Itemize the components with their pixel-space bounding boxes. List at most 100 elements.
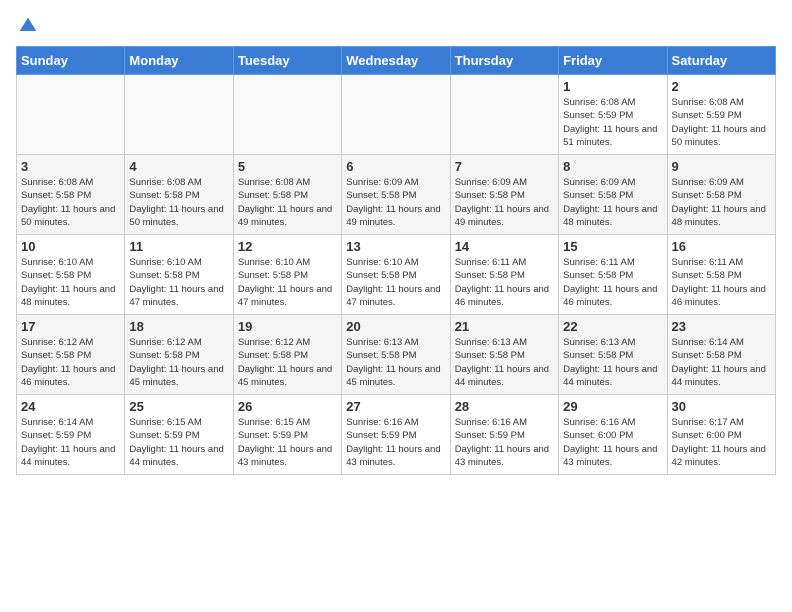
calendar-cell: 13 Sunrise: 6:10 AM Sunset: 5:58 PM Dayli…: [342, 235, 450, 315]
calendar-cell: 2Sunrise: 6:08 AM Sunset: 5:59 PM Daylig…: [667, 75, 775, 155]
day-number: 11: [129, 239, 228, 254]
day-number: 15: [563, 239, 662, 254]
day-header-tuesday: Tuesday: [233, 47, 341, 75]
day-info: Sunrise: 6:12 AM Sunset: 5:58 PM Dayligh…: [21, 336, 120, 389]
calendar-header-row: SundayMondayTuesdayWednesdayThursdayFrid…: [17, 47, 776, 75]
day-number: 6: [346, 159, 445, 174]
day-number: 24: [21, 399, 120, 414]
day-number: 8: [563, 159, 662, 174]
logo-icon: [18, 16, 38, 36]
calendar-cell: 30Sunrise: 6:17 AM Sunset: 6:00 PM Dayli…: [667, 395, 775, 475]
day-info: Sunrise: 6:14 AM Sunset: 5:59 PM Dayligh…: [21, 416, 120, 469]
day-info: Sunrise: 6:08 AM Sunset: 5:59 PM Dayligh…: [563, 96, 662, 149]
calendar-cell: [233, 75, 341, 155]
day-info: Sunrise: 6:10 AM Sunset: 5:58 PM Dayligh…: [21, 256, 120, 309]
day-info: Sunrise: 6:11 AM Sunset: 5:58 PM Dayligh…: [455, 256, 554, 309]
calendar-week-3: 10Sunrise: 6:10 AM Sunset: 5:58 PM Dayli…: [17, 235, 776, 315]
calendar-week-2: 3 Sunrise: 6:08 AM Sunset: 5:58 PM Daylig…: [17, 155, 776, 235]
day-number: 9: [672, 159, 771, 174]
calendar-cell: 1 Sunrise: 6:08 AM Sunset: 5:59 PM Daylig…: [559, 75, 667, 155]
calendar-cell: 9 Sunrise: 6:09 AM Sunset: 5:58 PM Daylig…: [667, 155, 775, 235]
day-info: Sunrise: 6:12 AM Sunset: 5:58 PM Dayligh…: [129, 336, 228, 389]
day-header-friday: Friday: [559, 47, 667, 75]
calendar-body: 1 Sunrise: 6:08 AM Sunset: 5:59 PM Daylig…: [17, 75, 776, 475]
calendar-cell: 18 Sunrise: 6:12 AM Sunset: 5:58 PM Dayli…: [125, 315, 233, 395]
calendar-cell: 14 Sunrise: 6:11 AM Sunset: 5:58 PM Dayli…: [450, 235, 558, 315]
calendar-cell: 12 Sunrise: 6:10 AM Sunset: 5:58 PM Dayli…: [233, 235, 341, 315]
calendar-cell: 5 Sunrise: 6:08 AM Sunset: 5:58 PM Daylig…: [233, 155, 341, 235]
day-number: 5: [238, 159, 337, 174]
day-info: Sunrise: 6:08 AM Sunset: 5:58 PM Dayligh…: [21, 176, 120, 229]
day-info: Sunrise: 6:08 AM Sunset: 5:58 PM Dayligh…: [238, 176, 337, 229]
calendar-cell: 16 Sunrise: 6:11 AM Sunset: 5:58 PM Dayli…: [667, 235, 775, 315]
day-header-sunday: Sunday: [17, 47, 125, 75]
day-info: Sunrise: 6:09 AM Sunset: 5:58 PM Dayligh…: [346, 176, 445, 229]
day-info: Sunrise: 6:11 AM Sunset: 5:58 PM Dayligh…: [672, 256, 771, 309]
calendar-cell: 6 Sunrise: 6:09 AM Sunset: 5:58 PM Daylig…: [342, 155, 450, 235]
calendar-cell: 22Sunrise: 6:13 AM Sunset: 5:58 PM Dayli…: [559, 315, 667, 395]
calendar-cell: 7 Sunrise: 6:09 AM Sunset: 5:58 PM Daylig…: [450, 155, 558, 235]
day-info: Sunrise: 6:14 AM Sunset: 5:58 PM Dayligh…: [672, 336, 771, 389]
day-number: 16: [672, 239, 771, 254]
calendar-cell: [125, 75, 233, 155]
day-number: 27: [346, 399, 445, 414]
day-number: 3: [21, 159, 120, 174]
calendar: SundayMondayTuesdayWednesdayThursdayFrid…: [16, 46, 776, 475]
day-info: Sunrise: 6:10 AM Sunset: 5:58 PM Dayligh…: [346, 256, 445, 309]
calendar-week-1: 1 Sunrise: 6:08 AM Sunset: 5:59 PM Daylig…: [17, 75, 776, 155]
calendar-cell: 17 Sunrise: 6:12 AM Sunset: 5:58 PM Dayli…: [17, 315, 125, 395]
day-info: Sunrise: 6:10 AM Sunset: 5:58 PM Dayligh…: [129, 256, 228, 309]
calendar-cell: 23 Sunrise: 6:14 AM Sunset: 5:58 PM Dayli…: [667, 315, 775, 395]
day-number: 14: [455, 239, 554, 254]
calendar-cell: 29Sunrise: 6:16 AM Sunset: 6:00 PM Dayli…: [559, 395, 667, 475]
calendar-cell: 8 Sunrise: 6:09 AM Sunset: 5:58 PM Daylig…: [559, 155, 667, 235]
day-header-wednesday: Wednesday: [342, 47, 450, 75]
day-info: Sunrise: 6:16 AM Sunset: 5:59 PM Dayligh…: [455, 416, 554, 469]
calendar-cell: 11 Sunrise: 6:10 AM Sunset: 5:58 PM Dayli…: [125, 235, 233, 315]
calendar-cell: 3 Sunrise: 6:08 AM Sunset: 5:58 PM Daylig…: [17, 155, 125, 235]
calendar-cell: [17, 75, 125, 155]
day-number: 19: [238, 319, 337, 334]
day-number: 22: [563, 319, 662, 334]
day-info: Sunrise: 6:09 AM Sunset: 5:58 PM Dayligh…: [455, 176, 554, 229]
day-number: 18: [129, 319, 228, 334]
day-header-saturday: Saturday: [667, 47, 775, 75]
day-number: 17: [21, 319, 120, 334]
day-header-monday: Monday: [125, 47, 233, 75]
day-info: Sunrise: 6:11 AM Sunset: 5:58 PM Dayligh…: [563, 256, 662, 309]
day-number: 23: [672, 319, 771, 334]
day-info: Sunrise: 6:12 AM Sunset: 5:58 PM Dayligh…: [238, 336, 337, 389]
day-number: 21: [455, 319, 554, 334]
calendar-cell: 27Sunrise: 6:16 AM Sunset: 5:59 PM Dayli…: [342, 395, 450, 475]
day-number: 25: [129, 399, 228, 414]
calendar-cell: 4Sunrise: 6:08 AM Sunset: 5:58 PM Daylig…: [125, 155, 233, 235]
day-header-thursday: Thursday: [450, 47, 558, 75]
day-number: 7: [455, 159, 554, 174]
calendar-cell: 28Sunrise: 6:16 AM Sunset: 5:59 PM Dayli…: [450, 395, 558, 475]
day-number: 12: [238, 239, 337, 254]
logo: [16, 16, 38, 36]
calendar-cell: 10Sunrise: 6:10 AM Sunset: 5:58 PM Dayli…: [17, 235, 125, 315]
day-number: 13: [346, 239, 445, 254]
calendar-cell: 20 Sunrise: 6:13 AM Sunset: 5:58 PM Dayli…: [342, 315, 450, 395]
day-info: Sunrise: 6:09 AM Sunset: 5:58 PM Dayligh…: [672, 176, 771, 229]
day-info: Sunrise: 6:09 AM Sunset: 5:58 PM Dayligh…: [563, 176, 662, 229]
day-number: 20: [346, 319, 445, 334]
day-info: Sunrise: 6:15 AM Sunset: 5:59 PM Dayligh…: [238, 416, 337, 469]
calendar-cell: 26 Sunrise: 6:15 AM Sunset: 5:59 PM Dayli…: [233, 395, 341, 475]
day-info: Sunrise: 6:16 AM Sunset: 6:00 PM Dayligh…: [563, 416, 662, 469]
day-info: Sunrise: 6:10 AM Sunset: 5:58 PM Dayligh…: [238, 256, 337, 309]
header: [16, 16, 776, 36]
calendar-cell: 25 Sunrise: 6:15 AM Sunset: 5:59 PM Dayli…: [125, 395, 233, 475]
calendar-cell: 15 Sunrise: 6:11 AM Sunset: 5:58 PM Dayli…: [559, 235, 667, 315]
day-info: Sunrise: 6:13 AM Sunset: 5:58 PM Dayligh…: [346, 336, 445, 389]
day-number: 1: [563, 79, 662, 94]
calendar-cell: [450, 75, 558, 155]
day-number: 2: [672, 79, 771, 94]
day-number: 30: [672, 399, 771, 414]
calendar-week-4: 17 Sunrise: 6:12 AM Sunset: 5:58 PM Dayli…: [17, 315, 776, 395]
calendar-cell: [342, 75, 450, 155]
day-number: 4: [129, 159, 228, 174]
day-info: Sunrise: 6:15 AM Sunset: 5:59 PM Dayligh…: [129, 416, 228, 469]
day-number: 26: [238, 399, 337, 414]
